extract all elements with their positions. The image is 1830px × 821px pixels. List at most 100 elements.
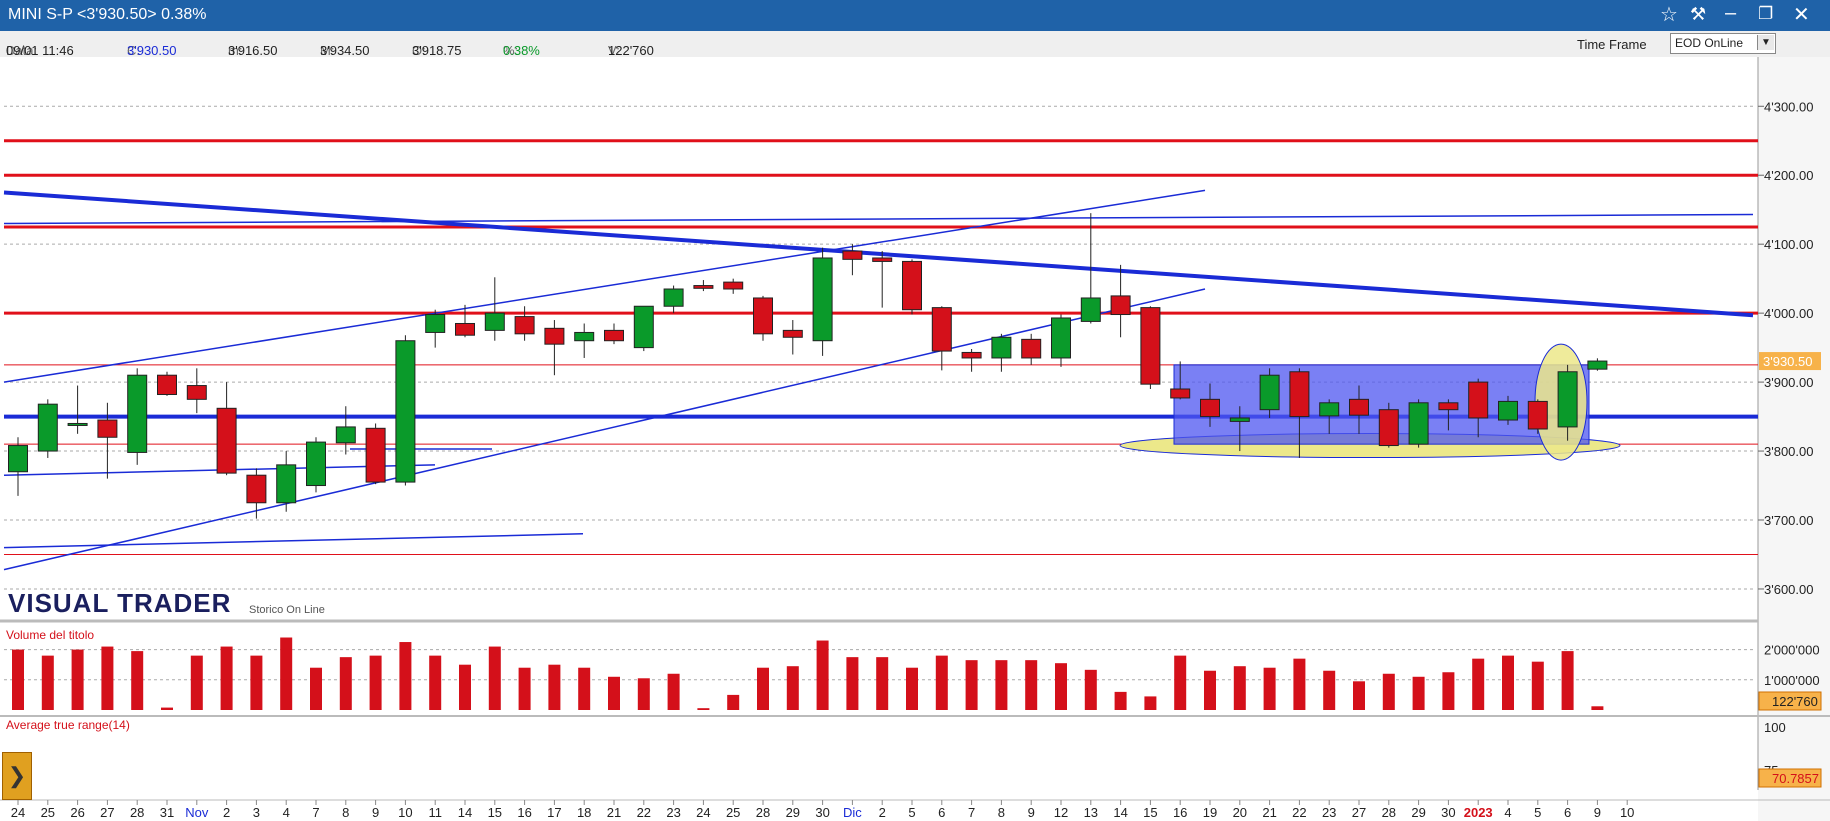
volume-bar xyxy=(1293,658,1306,710)
bullish-candle xyxy=(663,288,684,307)
date-label: 4 xyxy=(283,805,290,820)
volume-bar xyxy=(41,655,54,710)
bearish-candle xyxy=(455,322,475,336)
date-label: 19 xyxy=(1203,805,1217,820)
volume-bar xyxy=(935,655,948,710)
bullish-candle xyxy=(991,336,1012,359)
volume-bar xyxy=(846,657,859,710)
date-label: 30 xyxy=(1441,805,1455,820)
volume-bar xyxy=(965,660,978,710)
date-label: 16 xyxy=(517,805,531,820)
date-label: 14 xyxy=(1113,805,1127,820)
date-label: 22 xyxy=(1292,805,1306,820)
date-label: 3 xyxy=(253,805,260,820)
volume-bar xyxy=(1531,661,1544,710)
volume-bar xyxy=(1442,672,1455,710)
date-label: 15 xyxy=(488,805,502,820)
bullish-candle xyxy=(1587,360,1608,370)
bullish-candle xyxy=(484,312,505,331)
date-label: 13 xyxy=(1084,805,1098,820)
date-label: 11 xyxy=(428,805,442,820)
bullish-candle xyxy=(395,340,416,483)
date-label: 16 xyxy=(1173,805,1187,820)
date-label: 2 xyxy=(223,805,230,820)
date-label: 9 xyxy=(372,805,379,820)
date-label: 22 xyxy=(637,805,651,820)
bearish-candle xyxy=(365,427,386,483)
volume-bar xyxy=(1382,673,1395,710)
bearish-candle xyxy=(1170,388,1191,399)
date-label: 2023 xyxy=(1464,805,1493,820)
price-tick-label: 4'200.00 xyxy=(1764,168,1813,183)
bullish-candle xyxy=(812,257,833,342)
date-label: 28 xyxy=(756,805,770,820)
bearish-candle xyxy=(97,419,118,438)
bullish-candle xyxy=(574,331,595,342)
atr-panel-title: Average true range(14) xyxy=(6,718,130,732)
panel-toggle-button[interactable]: ❯ xyxy=(2,752,32,800)
bullish-candle xyxy=(1498,400,1518,421)
bearish-candle xyxy=(723,281,744,290)
price-tick-label: 3'700.00 xyxy=(1764,513,1813,528)
date-label: 9 xyxy=(1594,805,1601,820)
bearish-candle xyxy=(1200,398,1220,418)
date-label: 20 xyxy=(1233,805,1247,820)
volume-bar xyxy=(608,676,620,710)
bearish-candle xyxy=(842,250,863,260)
date-label: 28 xyxy=(130,805,144,820)
date-label: 25 xyxy=(726,805,740,820)
bearish-candle xyxy=(186,385,207,400)
bullish-candle xyxy=(1408,402,1429,445)
volume-bar xyxy=(1472,658,1485,710)
date-label: 27 xyxy=(1352,805,1366,820)
price-chart[interactable]: 4'300.00 4'200.00 4'100.00 4'000.00 3'900.00… xyxy=(0,0,1830,821)
date-label: 24 xyxy=(11,805,25,820)
date-label: 30 xyxy=(815,805,829,820)
volume-bar xyxy=(101,646,114,710)
date-label: 2 xyxy=(879,805,886,820)
volume-bar xyxy=(1084,669,1097,710)
date-label: 21 xyxy=(607,805,621,820)
bearish-candle xyxy=(246,474,267,504)
volume-bar xyxy=(1174,655,1187,710)
volume-bar xyxy=(757,667,769,710)
bearish-candle xyxy=(872,257,893,262)
volume-bar xyxy=(488,646,501,710)
bearish-candle xyxy=(931,307,952,352)
atr-badge-label: 70.7857 xyxy=(1772,771,1819,786)
volume-bar xyxy=(459,664,471,710)
bullish-candle xyxy=(1557,371,1578,428)
date-label: 7 xyxy=(312,805,319,820)
date-label: 5 xyxy=(908,805,915,820)
bullish-candle xyxy=(1080,297,1101,322)
volume-bar xyxy=(727,694,740,710)
volume-bar xyxy=(1353,681,1365,710)
volume-bar xyxy=(12,649,24,710)
date-label: 21 xyxy=(1262,805,1276,820)
volume-bar xyxy=(190,655,203,710)
bearish-candle xyxy=(782,329,803,338)
bearish-candle xyxy=(693,285,714,289)
price-tick-label: 4'100.00 xyxy=(1764,237,1813,252)
volume-bar xyxy=(578,667,591,710)
date-label: 15 xyxy=(1143,805,1157,820)
date-label: 9 xyxy=(1028,805,1035,820)
bullish-candle xyxy=(127,374,148,453)
volume-bar xyxy=(906,667,918,710)
bullish-candle xyxy=(335,426,356,444)
date-label: Dic xyxy=(843,805,862,820)
date-label: 6 xyxy=(1564,805,1571,820)
bearish-candle xyxy=(1527,400,1548,430)
volume-bar xyxy=(280,637,293,710)
date-label: 29 xyxy=(1411,805,1425,820)
bearish-candle xyxy=(1021,338,1042,359)
volume-bar xyxy=(1233,666,1246,710)
volume-bar xyxy=(995,660,1008,710)
bearish-candle xyxy=(1289,371,1310,418)
volume-bar xyxy=(131,651,144,710)
volume-bar xyxy=(816,640,829,710)
date-label: 18 xyxy=(577,805,591,820)
volume-bar xyxy=(161,707,173,710)
volume-panel-title: Volume del titolo xyxy=(6,628,94,642)
volume-bar xyxy=(1025,660,1038,710)
